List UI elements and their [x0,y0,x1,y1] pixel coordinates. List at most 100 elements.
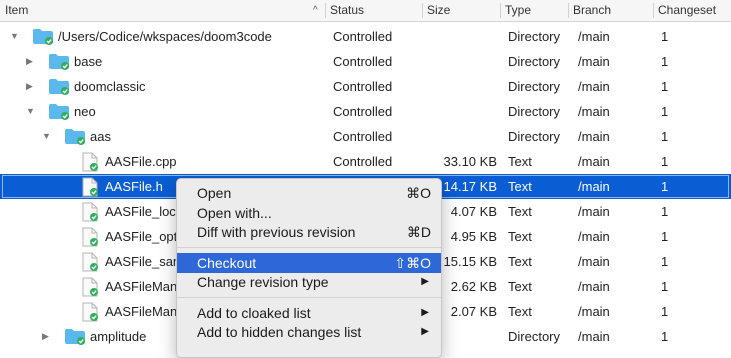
menu-item-label: Diff with previous revision [197,224,356,240]
disclosure-collapsed-icon[interactable]: ▶ [26,49,33,74]
branch-cell: /main [578,154,610,169]
menu-item-label: Change revision type [197,274,329,290]
changeset-cell: 1 [661,179,669,194]
status-cell: Controlled [333,79,393,94]
file-checked-icon [82,252,98,272]
file-checked-icon [82,227,98,247]
menu-item-label: Checkout [197,255,257,271]
type-cell: Directory [508,54,561,69]
menu-separator [177,247,441,248]
branch-cell: /main [578,54,610,69]
changeset-cell: 1 [661,79,669,94]
tree-row-base[interactable]: ▶ base Controlled Directory /main 1 [0,49,731,74]
column-branch[interactable]: Branch [568,0,653,21]
size-cell [423,74,497,99]
menu-item-diff-previous[interactable]: Diff with previous revision ⌘D [177,222,441,242]
changeset-cell: 1 [661,329,669,344]
item-name: base [74,54,103,69]
file-checked-icon [82,202,98,222]
type-cell: Text [508,279,532,294]
tree-row-doomclassic[interactable]: ▶ doomclassic Controlled Directory /main… [0,74,731,99]
menu-item-label: Add to cloaked list [197,305,311,321]
file-checked-icon [82,177,98,197]
menu-item-open[interactable]: Open ⌘O [177,183,441,203]
submenu-arrow-icon: ▶ [421,326,429,337]
disclosure-collapsed-icon[interactable]: ▶ [26,74,33,99]
folder-checked-icon [49,79,69,95]
status-cell: Controlled [333,29,393,44]
item-name: AASFile_opti [105,229,181,244]
tree-row-neo[interactable]: ▼ neo Controlled Directory /main 1 [0,99,731,124]
item-name: AASFile.h [105,179,163,194]
tree-row-file[interactable]: AASFile.cpp Controlled 33.10 KB Text /ma… [0,149,731,174]
type-cell: Text [508,229,532,244]
changeset-cell: 1 [661,29,669,44]
type-cell: Text [508,179,532,194]
type-cell: Directory [508,129,561,144]
item-name: amplitude [90,329,147,344]
status-cell: Controlled [333,104,393,119]
submenu-arrow-icon: ▶ [421,307,429,318]
disclosure-expanded-icon[interactable]: ▼ [42,124,51,149]
menu-item-label: Open [197,185,232,201]
tree-row-root[interactable]: ▼ /Users/Codice/wkspaces/doom3code Contr… [0,24,731,49]
folder-checked-icon [65,329,85,345]
file-checked-icon [82,277,98,297]
changeset-cell: 1 [661,204,669,219]
menu-shortcut: ⇧⌘O [394,255,431,271]
menu-item-add-cloaked[interactable]: Add to cloaked list ▶ [177,303,441,323]
branch-cell: /main [578,254,610,269]
item-name: /Users/Codice/wkspaces/doom3code [58,29,272,44]
changeset-cell: 1 [661,304,669,319]
branch-cell: /main [578,204,610,219]
submenu-arrow-icon: ▶ [421,276,429,287]
status-cell: Controlled [333,54,393,69]
size-cell [423,24,497,49]
folder-checked-icon [65,129,85,145]
changeset-cell: 1 [661,254,669,269]
menu-item-checkout[interactable]: Checkout ⇧⌘O [177,253,441,273]
disclosure-collapsed-icon[interactable]: ▶ [42,324,49,349]
menu-item-label: Add to hidden changes list [197,324,362,340]
item-name: aas [90,129,111,144]
changeset-cell: 1 [661,104,669,119]
column-status-label: Status [330,3,365,17]
changeset-cell: 1 [661,129,669,144]
disclosure-expanded-icon[interactable]: ▼ [26,99,35,124]
folder-checked-icon [49,54,69,70]
size-cell: 33.10 KB [443,154,498,169]
item-name: AASFileMana [105,304,185,319]
column-status[interactable]: Status [325,0,422,21]
type-cell: Directory [508,104,561,119]
column-changeset[interactable]: Changeset [653,0,731,21]
column-changeset-label: Changeset [658,3,717,17]
type-cell: Directory [508,329,561,344]
item-name: AASFile.cpp [105,154,177,169]
menu-item-change-revision-type[interactable]: Change revision type ▶ [177,272,441,292]
column-size-label: Size [427,3,451,17]
branch-cell: /main [578,79,610,94]
tree-row-aas[interactable]: ▼ aas Controlled Directory /main 1 [0,124,731,149]
column-type-label: Type [505,3,532,17]
size-cell [423,124,497,149]
column-type[interactable]: Type [500,0,568,21]
column-item-label: Item [5,3,29,17]
type-cell: Text [508,154,532,169]
branch-cell: /main [578,229,610,244]
menu-item-open-with[interactable]: Open with... [177,203,441,223]
menu-item-add-hidden[interactable]: Add to hidden changes list ▶ [177,322,441,342]
column-size[interactable]: Size [422,0,500,21]
branch-cell: /main [578,104,610,119]
file-checked-icon [82,302,98,322]
disclosure-expanded-icon[interactable]: ▼ [10,24,19,49]
changeset-cell: 1 [661,154,669,169]
sort-ascending-icon[interactable]: ^ [313,0,318,21]
column-branch-label: Branch [573,3,612,17]
status-cell: Controlled [333,129,393,144]
type-cell: Text [508,304,532,319]
size-cell [423,99,497,124]
menu-shortcut: ⌘O [406,185,431,201]
column-item[interactable]: Item [0,0,325,21]
item-name: neo [74,104,96,119]
branch-cell: /main [578,329,610,344]
